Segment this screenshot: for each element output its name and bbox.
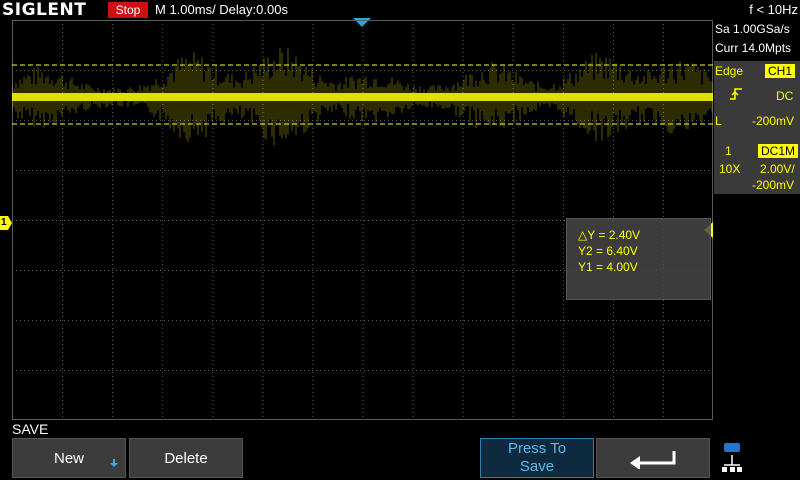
timebase-readout: M 1.00ms/ Delay:0.00s [155, 2, 288, 17]
run-stop-status[interactable]: Stop [108, 2, 148, 18]
new-button[interactable]: New [12, 438, 126, 478]
trigger-type: Edge [715, 64, 744, 78]
press-to-save-line1: Press To [507, 440, 567, 457]
channel1-marker-label: 1 [1, 217, 7, 228]
delete-button[interactable]: Delete [129, 438, 243, 478]
brand-logo: SIGLENT [2, 0, 87, 20]
press-to-save-line2: Save [519, 458, 555, 475]
channel1-trace [12, 47, 713, 146]
channel1-info-box[interactable]: 1 DC1M 10X 2.00V/ -200mV [714, 141, 800, 194]
vertical-offset: -200mV [752, 178, 795, 192]
trigger-coupling: DC [776, 89, 794, 103]
rising-edge-icon [730, 88, 742, 100]
trigger-level-prefix: L [715, 114, 722, 128]
usb-network-icon [722, 443, 742, 472]
chevron-down-icon [110, 459, 118, 467]
probe-ratio: 10X [719, 162, 741, 176]
delete-button-label: Delete [164, 449, 208, 467]
sample-rate: Sa 1.00GSa/s [715, 22, 790, 36]
cursor-delta-y: △Y = 2.40V [578, 228, 641, 242]
cursor-readout-box: △Y = 2.40V Y2 = 6.40V Y1 = 4.00V [566, 218, 711, 300]
return-button[interactable] [596, 438, 710, 478]
trigger-frequency-readout: f < 10Hz [749, 2, 798, 17]
menu-title: SAVE [12, 421, 49, 437]
channel-coupling-badge: DC1M [758, 144, 799, 158]
memory-depth: Curr 14.0Mpts [715, 41, 792, 55]
return-arrow-icon [630, 451, 676, 469]
trigger-level: -200mV [752, 114, 795, 128]
press-to-save-button[interactable]: Press To Save [480, 438, 594, 478]
trigger-info-box[interactable]: Edge CH1 DC L -200mV [714, 61, 800, 151]
cursor-y1-value: Y1 = 4.00V [578, 260, 638, 274]
trigger-source-badge: CH1 [765, 64, 796, 78]
vertical-scale: 2.00V/ [760, 162, 795, 176]
new-button-label: New [53, 449, 84, 467]
info-panel: Sa 1.00GSa/s Curr 14.0Mpts Edge CH1 DC L… [714, 20, 800, 420]
channel-number: 1 [725, 144, 732, 158]
cursor-y2-value: Y2 = 6.40V [578, 244, 638, 258]
